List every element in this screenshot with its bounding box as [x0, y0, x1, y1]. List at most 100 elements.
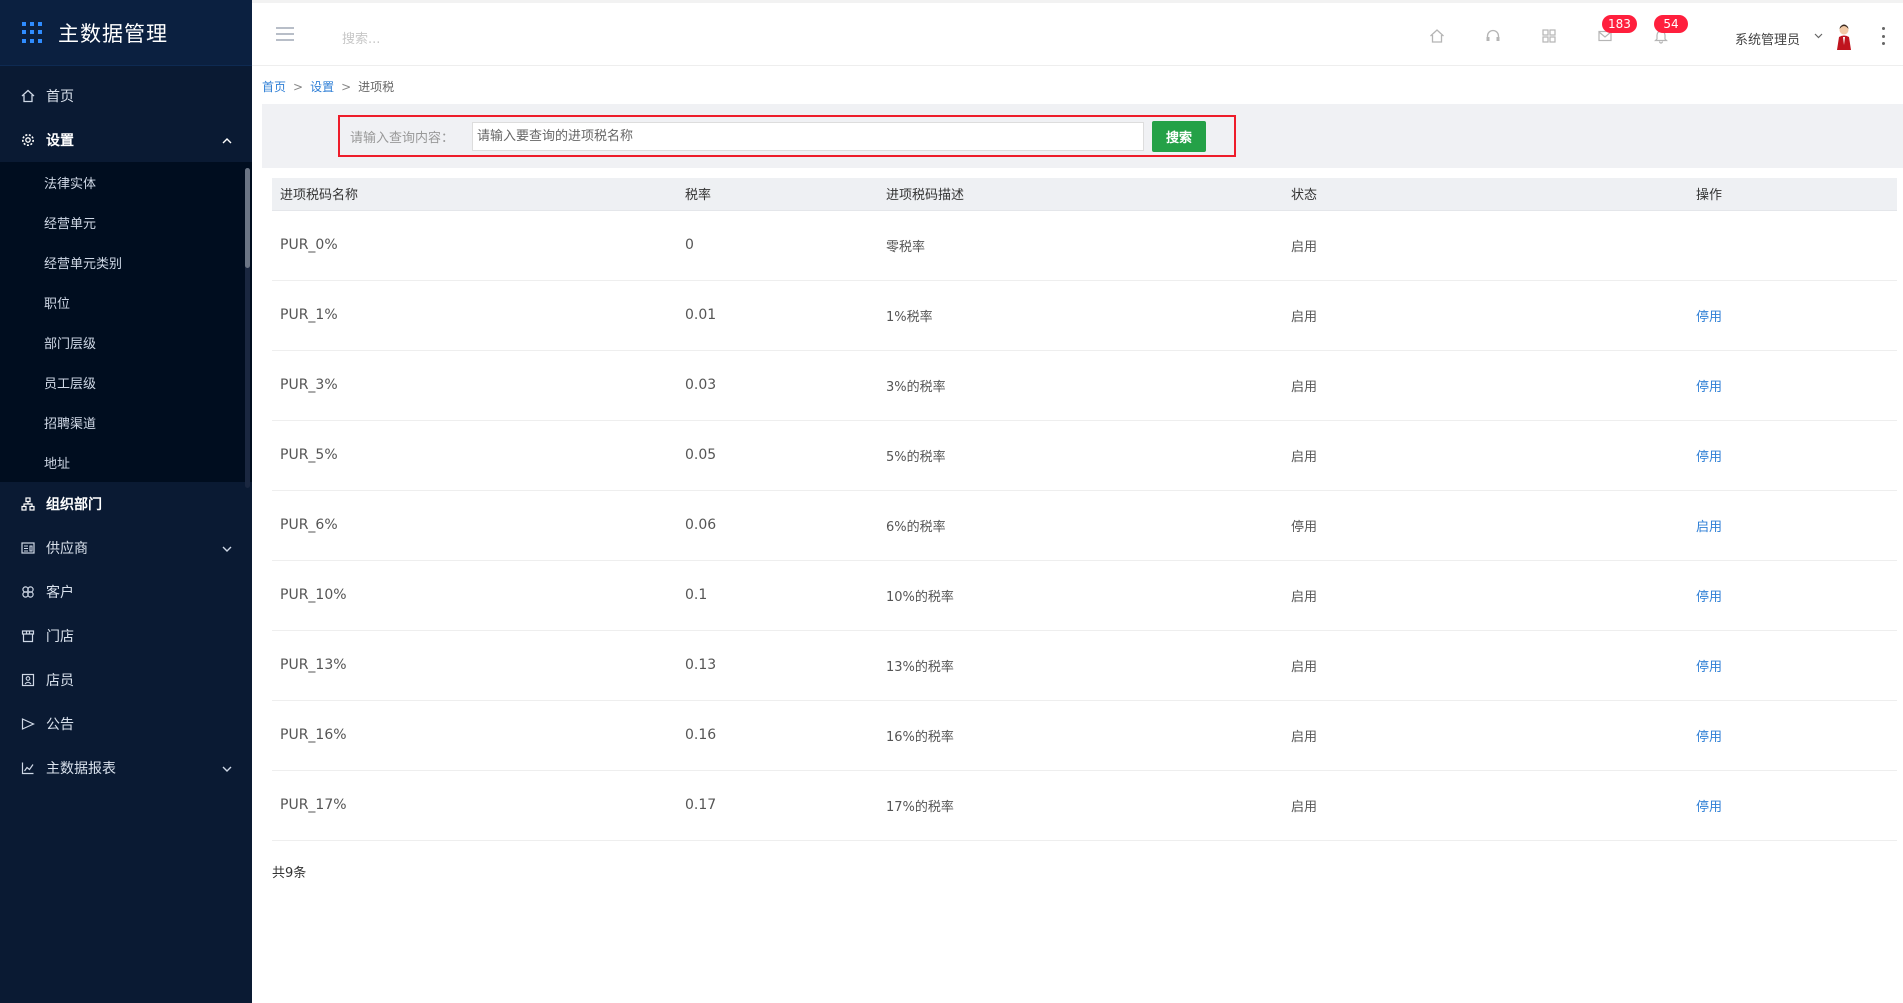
cell-rate: 0.03	[685, 377, 717, 393]
sidebar-item-label: 供应商	[46, 541, 88, 557]
cell-status: 启用	[1291, 309, 1318, 325]
submenu-item-employee-level[interactable]: 员工层级	[0, 362, 252, 402]
sidebar-item-store[interactable]: 门店	[0, 614, 252, 658]
gear-icon	[20, 132, 36, 148]
sidebar-item-label: 首页	[46, 89, 74, 105]
chevron-up-icon	[222, 133, 232, 147]
headset-icon[interactable]	[1480, 23, 1506, 49]
enable-link[interactable]: 启用	[1696, 520, 1722, 535]
main-content: 首页 > 设置 > 进项税 请输入查询内容： 搜索 进项税码名称 税率 进项税码描述 状…	[252, 66, 1903, 1003]
submenu-item-business-unit-type[interactable]: 经营单元类别	[0, 242, 252, 282]
breadcrumb-home[interactable]: 首页	[262, 80, 286, 94]
cell-description: 13%的税率	[886, 659, 954, 675]
disable-link[interactable]: 停用	[1696, 310, 1722, 325]
cell-description: 5%的税率	[886, 449, 946, 465]
settings-submenu: 法律实体 经营单元 经营单元类别 职位 部门层级 员工层级 招聘渠道 地址	[0, 162, 252, 482]
cell-description: 3%的税率	[886, 379, 946, 395]
brand[interactable]: 主数据管理	[0, 0, 252, 66]
cell-status: 启用	[1291, 659, 1318, 675]
home-icon	[20, 88, 36, 104]
table-row: PUR_0% 0 零税率 启用	[272, 210, 1897, 280]
table-row: PUR_17% 0.17 17%的税率 启用 停用	[272, 770, 1897, 840]
column-header-status: 状态	[1283, 178, 1688, 211]
column-header-rate: 税率	[677, 178, 878, 211]
home-icon[interactable]	[1424, 23, 1450, 49]
disable-link[interactable]: 停用	[1696, 660, 1722, 675]
sidebar-item-settings[interactable]: 设置	[0, 118, 252, 162]
table-header-row: 进项税码名称 税率 进项税码描述 状态 操作	[272, 178, 1897, 211]
chevron-down-icon[interactable]	[1814, 29, 1823, 42]
user-name[interactable]: 系统管理员	[1735, 29, 1800, 48]
table-row: PUR_10% 0.1 10%的税率 启用 停用	[272, 560, 1897, 630]
search-label: 请输入查询内容：	[350, 131, 455, 146]
cell-rate: 0.16	[685, 727, 717, 743]
table-row: PUR_16% 0.16 16%的税率 启用 停用	[272, 700, 1897, 770]
cell-description: 17%的税率	[886, 799, 954, 815]
cell-status: 启用	[1291, 589, 1318, 605]
cell-rate: 0.01	[685, 307, 717, 323]
table-row: PUR_13% 0.13 13%的税率 启用 停用	[272, 630, 1897, 700]
submenu-item-position[interactable]: 职位	[0, 282, 252, 322]
cell-action: 停用	[1688, 770, 1897, 840]
announcement-icon	[20, 716, 36, 732]
cell-rate: 0.17	[685, 797, 717, 813]
avatar[interactable]	[1832, 23, 1856, 51]
chevron-down-icon	[222, 541, 232, 555]
cell-status: 启用	[1291, 379, 1318, 395]
cell-name: PUR_0%	[280, 237, 338, 253]
top-header: 183 54 系统管理员	[252, 0, 1903, 66]
submenu-item-department-level[interactable]: 部门层级	[0, 322, 252, 362]
sidebar-scrollbar-thumb[interactable]	[245, 168, 250, 268]
bell-icon[interactable]: 54	[1648, 15, 1688, 49]
cell-rate: 0	[685, 237, 694, 253]
column-header-action: 操作	[1688, 178, 1897, 211]
cell-rate: 0.05	[685, 447, 717, 463]
disable-link[interactable]: 停用	[1696, 590, 1722, 605]
disable-link[interactable]: 停用	[1696, 450, 1722, 465]
cell-rate: 0.06	[685, 517, 717, 533]
sidebar-item-customer[interactable]: 客户	[0, 570, 252, 614]
sidebar-item-home[interactable]: 首页	[0, 74, 252, 118]
search-panel: 请输入查询内容： 搜索	[262, 104, 1903, 168]
cell-status: 启用	[1291, 239, 1318, 255]
tax-name-search-input[interactable]	[472, 122, 1144, 151]
grid-icon[interactable]	[1536, 23, 1562, 49]
sidebar-item-reports[interactable]: 主数据报表	[0, 746, 252, 790]
search-box: 请输入查询内容： 搜索	[338, 115, 1236, 157]
input-tax-table: 进项税码名称 税率 进项税码描述 状态 操作 PUR_0% 0 零税率 启用 P…	[272, 178, 1897, 841]
sidebar-item-announcement[interactable]: 公告	[0, 702, 252, 746]
submenu-item-recruit-channel[interactable]: 招聘渠道	[0, 402, 252, 442]
cell-rate: 0.13	[685, 657, 717, 673]
search-button[interactable]: 搜索	[1152, 121, 1206, 152]
cell-description: 6%的税率	[886, 519, 946, 535]
settings-submenu-wrap: 法律实体 经营单元 经营单元类别 职位 部门层级 员工层级 招聘渠道 地址	[0, 162, 252, 482]
org-chart-icon	[20, 496, 36, 512]
sidebar-menu: 首页 设置 法律实体 经营单元 经营单元类别 职位 部门层级 员工层级 招聘渠道…	[0, 74, 252, 790]
sidebar-item-clerk[interactable]: 店员	[0, 658, 252, 702]
disable-link[interactable]: 停用	[1696, 380, 1722, 395]
supplier-icon	[20, 540, 36, 556]
header-search-input[interactable]	[342, 27, 542, 51]
disable-link[interactable]: 停用	[1696, 800, 1722, 815]
sidebar-item-label: 组织部门	[46, 497, 102, 513]
cell-description: 10%的税率	[886, 589, 954, 605]
mail-icon[interactable]: 183	[1592, 15, 1637, 49]
disable-link[interactable]: 停用	[1696, 730, 1722, 745]
column-header-name: 进项税码名称	[272, 178, 677, 211]
sidebar-item-label: 主数据报表	[46, 761, 116, 777]
menu-toggle-icon[interactable]	[276, 27, 294, 41]
more-vertical-icon[interactable]	[1880, 27, 1886, 45]
cell-name: PUR_1%	[280, 307, 338, 323]
cell-action: 停用	[1688, 560, 1897, 630]
sidebar-item-supplier[interactable]: 供应商	[0, 526, 252, 570]
submenu-item-address[interactable]: 地址	[0, 442, 252, 482]
submenu-item-legal-entity[interactable]: 法律实体	[0, 162, 252, 202]
submenu-item-business-unit[interactable]: 经营单元	[0, 202, 252, 242]
breadcrumb-settings[interactable]: 设置	[310, 80, 334, 94]
table-row: PUR_1% 0.01 1%税率 启用 停用	[272, 280, 1897, 350]
cell-name: PUR_6%	[280, 517, 338, 533]
sidebar-item-organization[interactable]: 组织部门	[0, 482, 252, 526]
cell-description: 16%的税率	[886, 729, 954, 745]
cell-name: PUR_17%	[280, 797, 347, 813]
sidebar-item-label: 公告	[46, 717, 74, 733]
